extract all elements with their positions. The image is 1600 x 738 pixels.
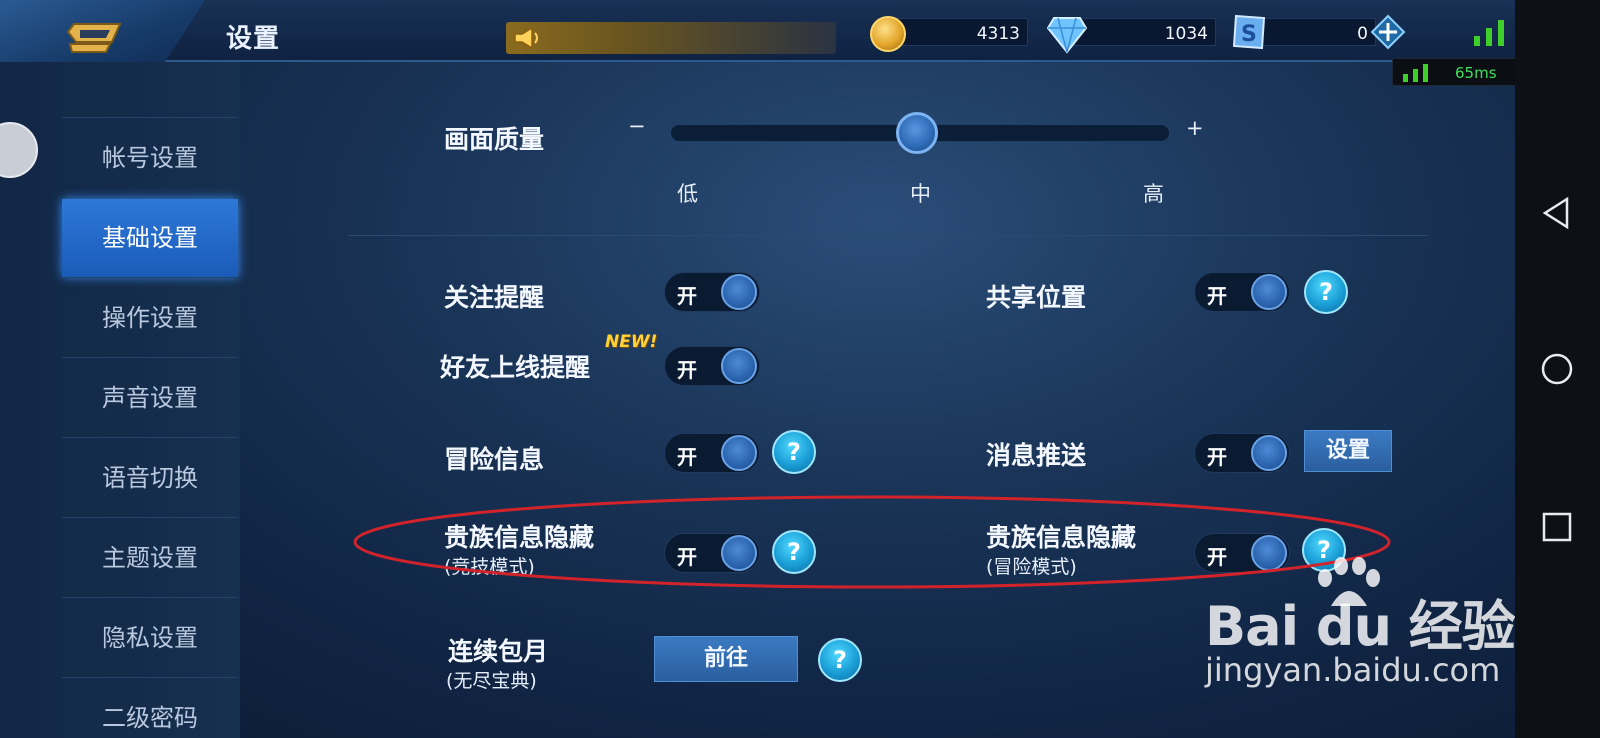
quality-label: 画面质量	[444, 125, 545, 154]
toggle-state: 开	[677, 358, 697, 382]
sidebar-item-basic[interactable]: 基础设置	[62, 199, 238, 277]
diamond-icon	[1046, 17, 1088, 54]
highlight-ellipse	[353, 495, 1391, 589]
android-home-icon[interactable]	[1540, 352, 1574, 386]
plus-icon[interactable]	[1370, 14, 1406, 50]
toggle-knob	[1251, 274, 1287, 310]
quality-minus[interactable]: −	[628, 114, 646, 138]
sidebar-item-password[interactable]: 二级密码	[62, 679, 238, 738]
game-settings-screen: 设置 4313 1034 0 S 65ms 帐号设置 基础设置 操作设置 声音设…	[0, 0, 1600, 738]
sidebar-item-privacy[interactable]: 隐私设置	[62, 599, 238, 677]
push-settings-button[interactable]: 设置	[1304, 430, 1392, 472]
signal-icon	[1474, 20, 1504, 46]
toggle-knob	[721, 435, 757, 471]
friend-online-label: 好友上线提醒	[440, 353, 591, 382]
question-icon[interactable]: ?	[818, 638, 862, 682]
adventure-info-toggle[interactable]: 开	[664, 433, 760, 473]
megaphone-icon	[514, 26, 538, 50]
sidebar-item-controls[interactable]: 操作设置	[62, 279, 238, 357]
new-badge: NEW!	[605, 332, 658, 352]
watermark-url: jingyan.baidu.com	[1205, 651, 1501, 689]
adventure-info-label: 冒险信息	[444, 445, 545, 474]
avatar[interactable]	[0, 122, 38, 178]
coupon-icon: S	[1232, 14, 1266, 50]
toggle-state: 开	[1207, 284, 1227, 308]
go-button[interactable]: 前往	[654, 636, 798, 682]
monthly-label: 连续包月	[448, 637, 549, 666]
sidebar-item-sound[interactable]: 声音设置	[62, 359, 238, 437]
push-message-toggle[interactable]: 开	[1194, 433, 1290, 473]
follow-remind-label: 关注提醒	[444, 283, 545, 312]
sidebar-item-voice[interactable]: 语音切换	[62, 439, 238, 517]
top-bar: 设置 4313 1034 0 S	[0, 0, 1574, 70]
announcement-bar[interactable]	[506, 22, 836, 54]
toggle-state: 开	[1207, 445, 1227, 469]
friend-online-toggle[interactable]: 开	[664, 346, 760, 386]
toggle-knob	[721, 348, 757, 384]
gold-coin-icon	[870, 16, 906, 52]
page-title: 设置	[226, 24, 281, 54]
sidebar-item-account[interactable]: 帐号设置	[62, 119, 238, 197]
watermark-logo-text: Bai du 经验	[1205, 595, 1516, 658]
android-back-icon[interactable]	[1541, 196, 1573, 230]
section-divider	[348, 235, 1428, 236]
share-location-toggle[interactable]: 开	[1194, 272, 1290, 312]
toggle-state: 开	[677, 445, 697, 469]
follow-remind-toggle[interactable]: 开	[664, 272, 760, 312]
android-nav-bar	[1515, 0, 1600, 738]
toggle-state: 开	[677, 284, 697, 308]
coupon-value: 0	[1357, 24, 1368, 44]
push-message-label: 消息推送	[986, 441, 1087, 470]
gold-value: 4313	[976, 24, 1020, 44]
android-recents-icon[interactable]	[1542, 512, 1572, 542]
question-icon[interactable]: ?	[772, 430, 816, 474]
question-icon[interactable]: ?	[1304, 270, 1348, 314]
monthly-sub: (无尽宝典)	[446, 670, 537, 692]
toggle-knob	[721, 274, 757, 310]
back-arrow-icon	[66, 23, 122, 53]
toggle-knob	[1251, 435, 1287, 471]
diamond-value: 1034	[1164, 24, 1208, 44]
sidebar-item-theme[interactable]: 主题设置	[62, 519, 238, 597]
share-location-label: 共享位置	[986, 283, 1087, 312]
quality-slider-handle[interactable]	[896, 112, 938, 154]
quality-level-high: 高	[1143, 182, 1164, 206]
settings-sidebar: 帐号设置 基础设置 操作设置 声音设置 语音切换 主题设置 隐私设置 二级密码	[0, 62, 240, 738]
quality-plus[interactable]: +	[1186, 116, 1204, 140]
quality-level-low: 低	[677, 182, 698, 206]
svg-text:S: S	[1241, 22, 1257, 47]
back-button[interactable]	[0, 0, 205, 70]
quality-level-mid: 中	[910, 182, 931, 206]
